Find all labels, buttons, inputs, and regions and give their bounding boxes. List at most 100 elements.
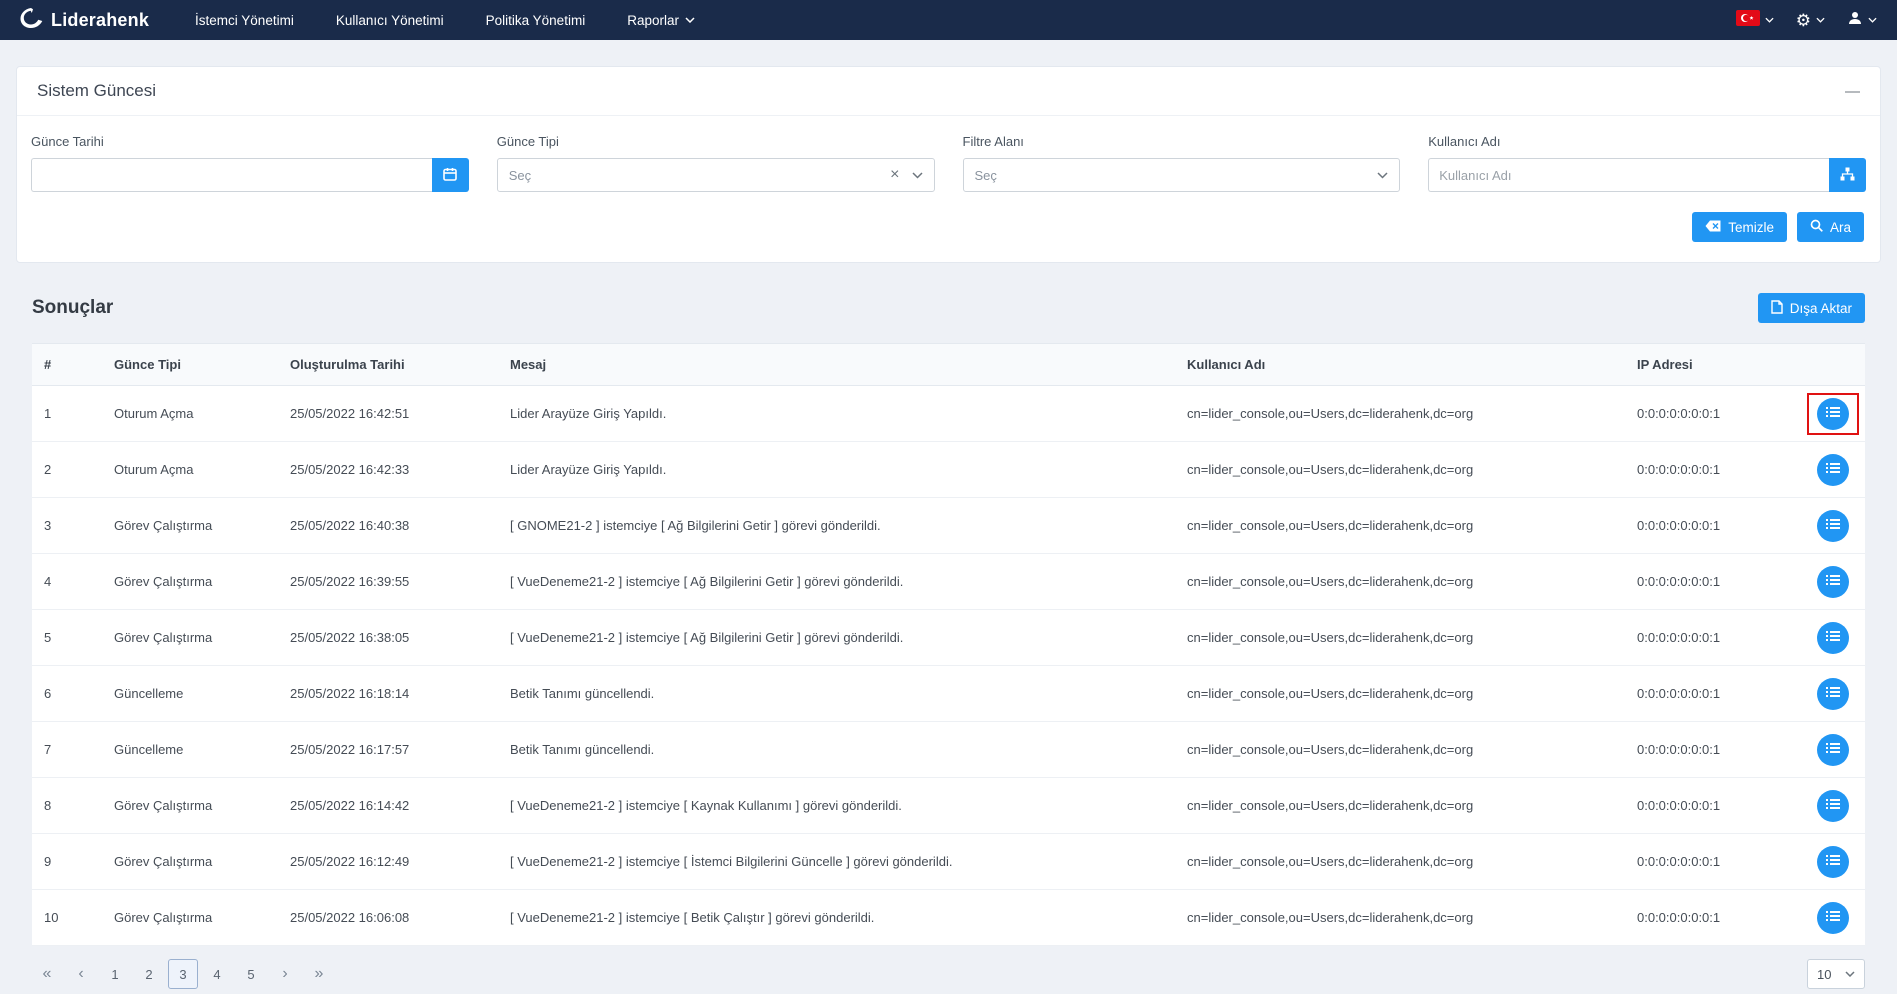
language-menu[interactable] — [1735, 9, 1774, 31]
list-icon — [1826, 574, 1840, 589]
page-number-1[interactable]: 1 — [100, 959, 130, 989]
list-icon — [1826, 910, 1840, 925]
page-number-3[interactable]: 3 — [168, 959, 198, 989]
results-table: # Günce Tipi Oluşturulma Tarihi Mesaj Ku… — [32, 343, 1865, 946]
field-gunce-tarihi: Günce Tarihi — [31, 134, 469, 192]
table-row: 9 Görev Çalıştırma 25/05/2022 16:12:49 [… — [32, 834, 1865, 890]
field-label: Filtre Alanı — [962, 134, 1024, 149]
cell-index: 10 — [44, 910, 59, 925]
table-row: 5 Görev Çalıştırma 25/05/2022 16:38:05 [… — [32, 610, 1865, 666]
nav-kullanici-yonetimi[interactable]: Kullanıcı Yönetimi — [336, 13, 444, 28]
nav-istemci-yonetimi[interactable]: İstemci Yönetimi — [195, 13, 294, 28]
clear-selection-icon[interactable]: × — [890, 167, 899, 183]
cell-message: Betik Tanımı güncellendi. — [510, 686, 655, 701]
row-action-wrap — [1807, 673, 1859, 715]
search-icon — [1810, 219, 1823, 235]
field-gunce-tipi: Günce Tipi Seç × — [496, 134, 935, 192]
col-type: Günce Tipi — [114, 357, 181, 372]
row-detail-button[interactable] — [1817, 733, 1849, 766]
cell-ip: 0:0:0:0:0:0:0:1 — [1637, 518, 1721, 533]
collapse-panel-button[interactable]: — — [1845, 84, 1860, 99]
next-page-button[interactable]: › — [270, 959, 300, 989]
cell-user: cn=lider_console,ou=Users,dc=liderahenk,… — [1187, 742, 1474, 757]
list-icon — [1826, 518, 1840, 533]
field-label: Günce Tarihi — [31, 134, 104, 149]
cell-ip: 0:0:0:0:0:0:0:1 — [1637, 406, 1721, 421]
page-size-select[interactable]: 10 — [1807, 959, 1865, 989]
cell-ip: 0:0:0:0:0:0:0:1 — [1637, 630, 1721, 645]
row-detail-button[interactable] — [1817, 677, 1849, 710]
calendar-icon — [443, 167, 458, 184]
cell-index: 1 — [44, 406, 52, 421]
page-number-4[interactable]: 4 — [202, 959, 232, 989]
first-page-button[interactable]: « — [32, 959, 62, 989]
select-placeholder: Seç — [974, 167, 997, 183]
cell-type: Görev Çalıştırma — [114, 574, 213, 589]
cell-user: cn=lider_console,ou=Users,dc=liderahenk,… — [1187, 462, 1474, 477]
date-input[interactable] — [31, 158, 432, 192]
cell-user: cn=lider_console,ou=Users,dc=liderahenk,… — [1187, 630, 1474, 645]
row-detail-button[interactable] — [1817, 621, 1849, 654]
row-detail-button[interactable] — [1817, 789, 1849, 822]
cell-date: 25/05/2022 16:06:08 — [290, 910, 410, 925]
cell-ip: 0:0:0:0:0:0:0:1 — [1637, 574, 1721, 589]
cell-date: 25/05/2022 16:38:05 — [290, 630, 410, 645]
cell-index: 8 — [44, 798, 52, 813]
list-icon — [1826, 686, 1840, 701]
last-page-button[interactable]: » — [304, 959, 334, 989]
list-icon — [1826, 630, 1840, 645]
cell-ip: 0:0:0:0:0:0:0:1 — [1637, 686, 1721, 701]
brand[interactable]: Liderahenk — [20, 7, 149, 33]
cell-message: [ VueDeneme21-2 ] istemciye [ İstemci Bi… — [510, 854, 953, 869]
row-detail-button[interactable] — [1817, 901, 1849, 934]
row-detail-button[interactable] — [1817, 565, 1849, 598]
col-message: Mesaj — [510, 357, 547, 372]
row-detail-button[interactable] — [1817, 453, 1849, 486]
cell-type: Görev Çalıştırma — [114, 630, 213, 645]
settings-menu[interactable]: ⚙ — [1796, 12, 1825, 29]
filter-actions: Temizle Ara — [17, 198, 1880, 262]
username-input[interactable] — [1428, 158, 1829, 192]
table-body: 1 Oturum Açma 25/05/2022 16:42:51 Lider … — [32, 386, 1865, 946]
calendar-button[interactable] — [431, 158, 469, 192]
cell-date: 25/05/2022 16:14:42 — [290, 798, 410, 813]
row-detail-button[interactable] — [1817, 845, 1849, 878]
list-icon — [1826, 742, 1840, 757]
clear-button-label: Temizle — [1728, 219, 1774, 235]
clear-button[interactable]: Temizle — [1692, 212, 1787, 242]
table-row: 7 Güncelleme 25/05/2022 16:17:57 Betik T… — [32, 722, 1865, 778]
row-detail-button[interactable] — [1817, 509, 1849, 542]
table-row: 4 Görev Çalıştırma 25/05/2022 16:39:55 [… — [32, 554, 1865, 610]
cell-message: [ GNOME21-2 ] istemciye [ Ağ Bilgilerini… — [510, 518, 881, 533]
previous-page-button[interactable]: ‹ — [66, 959, 96, 989]
cell-type: Görev Çalıştırma — [114, 518, 213, 533]
cell-user: cn=lider_console,ou=Users,dc=liderahenk,… — [1187, 686, 1474, 701]
cell-ip: 0:0:0:0:0:0:0:1 — [1637, 910, 1721, 925]
cell-message: [ VueDeneme21-2 ] istemciye [ Betik Çalı… — [510, 910, 875, 925]
cell-type: Güncelleme — [114, 686, 184, 701]
export-button[interactable]: Dışa Aktar — [1757, 293, 1865, 323]
nav-politika-yonetimi[interactable]: Politika Yönetimi — [486, 13, 586, 28]
filter-fields: Günce Tarihi Günce Tipi Seç × Filtre Ala… — [17, 116, 1880, 198]
ldap-search-button[interactable] — [1829, 158, 1866, 192]
nav-raporlar[interactable]: Raporlar — [627, 13, 695, 28]
user-menu[interactable] — [1847, 10, 1877, 31]
search-button[interactable]: Ara — [1796, 212, 1864, 242]
row-detail-button[interactable] — [1817, 397, 1849, 430]
cell-user: cn=lider_console,ou=Users,dc=liderahenk,… — [1187, 518, 1474, 533]
cell-date: 25/05/2022 16:17:57 — [290, 742, 410, 757]
filter-area-select[interactable]: Seç — [962, 158, 1401, 192]
list-icon — [1826, 854, 1840, 869]
log-type-select[interactable]: Seç × — [496, 158, 935, 192]
field-filtre-alani: Filtre Alanı Seç — [962, 134, 1401, 192]
row-action-wrap — [1807, 729, 1859, 771]
cell-type: Oturum Açma — [114, 462, 194, 477]
page-size-value: 10 — [1817, 966, 1832, 982]
results-title: Sonuçlar — [32, 297, 114, 318]
page-number-5[interactable]: 5 — [236, 959, 266, 989]
page-number-2[interactable]: 2 — [134, 959, 164, 989]
cell-date: 25/05/2022 16:40:38 — [290, 518, 410, 533]
sitemap-icon — [1840, 167, 1855, 184]
col-ip: IP Adresi — [1637, 357, 1693, 372]
panel-header: Sistem Güncesi — — [17, 67, 1880, 116]
